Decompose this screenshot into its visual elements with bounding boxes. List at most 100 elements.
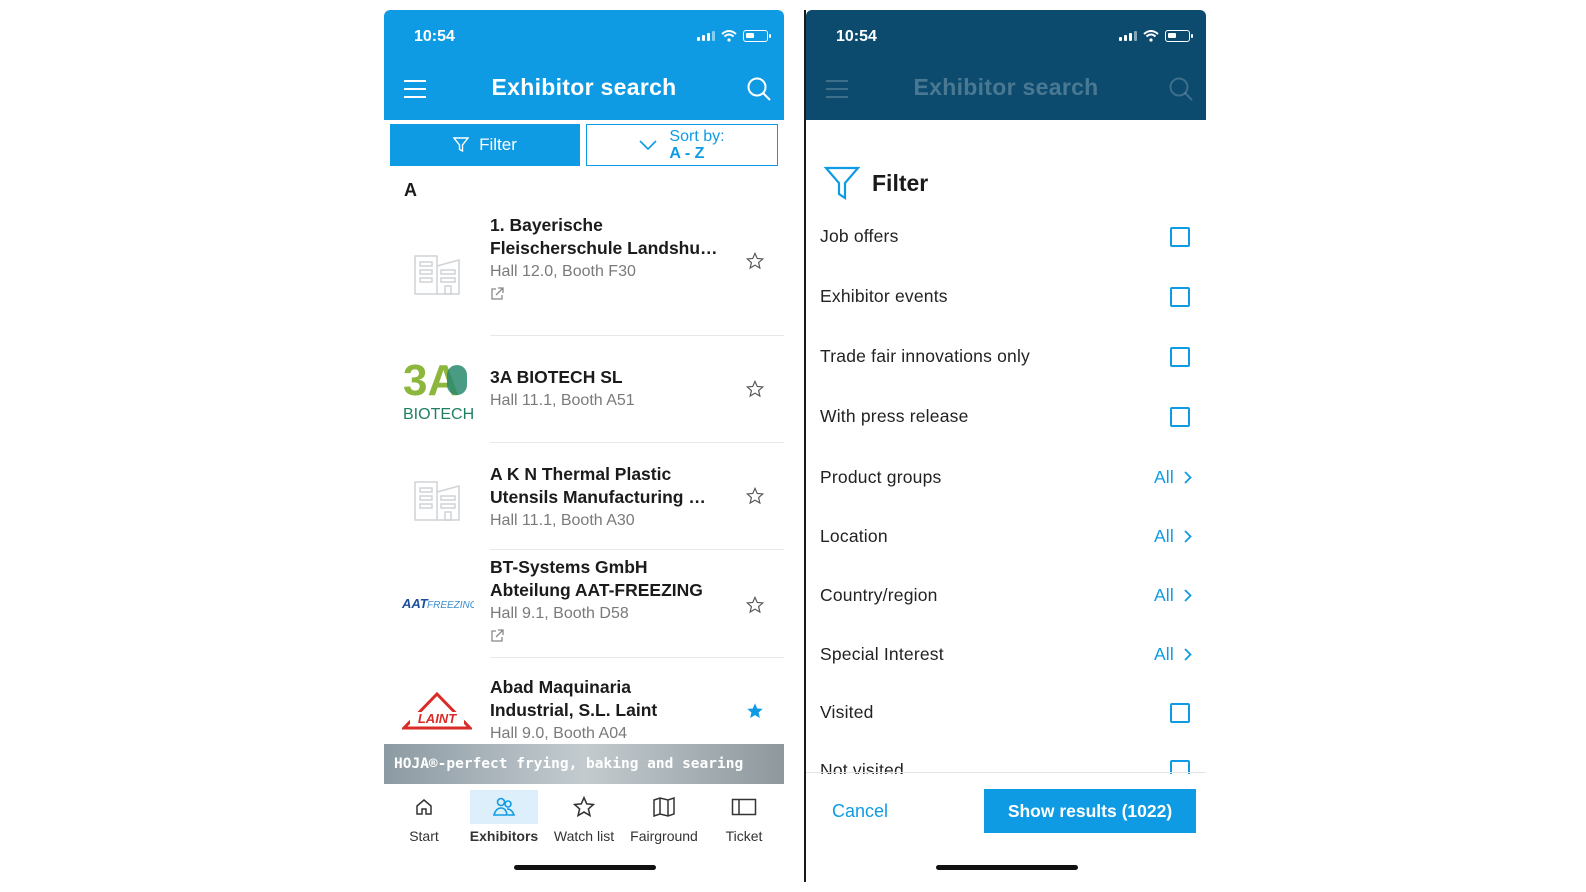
tab-label: Exhibitors <box>469 828 539 844</box>
exhibitor-booth: Hall 9.1, Booth D58 <box>490 605 629 622</box>
sort-button[interactable]: Sort by: A - Z <box>586 124 778 166</box>
list-item[interactable]: A K N Thermal Plastic Utensils Manufactu… <box>384 443 784 550</box>
option-label: Job offers <box>820 226 899 246</box>
list-item[interactable]: 1. Bayerische Fleischerschule Landshu… H… <box>384 206 784 336</box>
exhibitor-name: 1. Bayerische Fleischerschule Landshu… <box>490 215 718 258</box>
checkbox[interactable] <box>1170 226 1190 247</box>
svg-text:AAT: AAT <box>401 596 429 611</box>
filter-heading: Filter <box>806 120 1206 216</box>
exhibitors-icon <box>492 797 516 816</box>
list-item[interactable]: 3A BIOTECH 3A BIOTECH SL Hall 11.1, Boot… <box>384 336 784 443</box>
aat-freezing-logo: AAT FREEZING <box>384 550 490 658</box>
checkbox[interactable] <box>1170 702 1190 723</box>
chevron-down-icon <box>639 140 657 150</box>
checkbox[interactable] <box>1170 346 1190 367</box>
status-time: 10:54 <box>836 28 877 45</box>
star-outline-icon[interactable] <box>746 252 764 270</box>
chevron-right-icon <box>1184 530 1192 543</box>
show-results-button[interactable]: Show results (1022) <box>984 789 1196 833</box>
option-value: All <box>1153 585 1174 605</box>
filter-button-label: Filter <box>479 135 517 154</box>
app-header: 10:54 Exhibitor search <box>384 10 784 120</box>
tab-label: Fairground <box>630 828 698 844</box>
sort-value: A - Z <box>669 145 705 162</box>
option-value: All <box>1153 644 1174 664</box>
tab-label: Ticket <box>725 828 763 844</box>
signal-icon <box>1119 31 1137 41</box>
tab-label: Start <box>409 828 439 844</box>
home-icon <box>416 799 432 815</box>
exhibitor-booth: Hall 11.1, Booth A51 <box>490 392 635 409</box>
filter-title: Filter <box>872 169 929 196</box>
option-value: All <box>1153 467 1174 487</box>
chevron-right-icon <box>1184 648 1192 661</box>
option-trade-fair-innovations[interactable]: Trade fair innovations only <box>820 346 1192 367</box>
map-icon <box>653 797 675 817</box>
option-label: Special Interest <box>820 644 944 664</box>
star-outline-icon[interactable] <box>746 487 764 505</box>
page-title: Exhibitor search <box>913 74 1099 100</box>
checkbox[interactable] <box>1170 286 1190 307</box>
wifi-icon <box>721 30 737 42</box>
option-label: Trade fair innovations only <box>820 346 1030 366</box>
option-job-offers[interactable]: Job offers <box>820 226 1192 247</box>
tab-ticket[interactable]: Ticket <box>704 788 784 850</box>
chevron-right-icon <box>1184 589 1192 602</box>
option-location[interactable]: Location All <box>820 526 1192 547</box>
svg-text:LAINT: LAINT <box>418 711 457 726</box>
option-visited[interactable]: Visited <box>820 702 1192 723</box>
ticket-icon <box>731 798 757 816</box>
search-icon <box>1169 77 1193 101</box>
tab-label: Watch list <box>553 828 615 844</box>
star-icon <box>573 796 595 818</box>
filter-sort-bar: Filter Sort by: A - Z <box>384 120 784 170</box>
option-label: Location <box>820 526 888 546</box>
3a-biotech-logo: 3A BIOTECH <box>384 336 490 443</box>
tab-exhibitors[interactable]: Exhibitors <box>464 788 544 850</box>
option-product-groups[interactable]: Product groups All <box>820 467 1192 488</box>
filter-screen: 10:54 Exhibitor search Filter Job offers… <box>804 10 1206 882</box>
exhibitor-name: A K N Thermal Plastic Utensils Manufactu… <box>490 464 706 507</box>
signal-icon <box>697 31 715 41</box>
app-header-dimmed: 10:54 Exhibitor search <box>806 10 1206 120</box>
svg-text:BIOTECH: BIOTECH <box>403 406 473 423</box>
list-item[interactable]: AAT FREEZING BT-Systems GmbH Abteilung A… <box>384 550 784 658</box>
cancel-button[interactable]: Cancel <box>832 801 888 822</box>
exhibitor-booth: Hall 9.0, Booth A04 <box>490 725 627 742</box>
status-icons <box>1119 30 1193 42</box>
filter-icon <box>824 166 860 200</box>
sort-label: Sort by: <box>669 128 725 145</box>
search-icon[interactable] <box>746 76 772 102</box>
external-link-icon[interactable] <box>490 287 734 306</box>
star-outline-icon[interactable] <box>746 380 764 398</box>
exhibitor-name: Abad Maquinaria Industrial, S.L. Laint <box>490 677 658 720</box>
option-label: Exhibitor events <box>820 286 948 306</box>
home-indicator <box>936 865 1078 870</box>
option-country-region[interactable]: Country/region All <box>820 585 1192 606</box>
filter-icon <box>453 137 470 153</box>
option-exhibitor-events[interactable]: Exhibitor events <box>820 286 1192 307</box>
exhibitor-name: 3A BIOTECH SL <box>490 367 623 387</box>
wifi-icon <box>1143 30 1159 42</box>
exhibitor-name: BT-Systems GmbH Abteilung AAT-FREEZING <box>490 557 703 600</box>
exhibitor-list-screen: 10:54 Exhibitor search Filter Sort by: A… <box>384 10 784 882</box>
star-filled-icon[interactable] <box>746 702 764 720</box>
option-press-release[interactable]: With press release <box>820 406 1192 427</box>
star-outline-icon[interactable] <box>746 596 764 614</box>
tab-fairground[interactable]: Fairground <box>624 788 704 850</box>
option-label: With press release <box>820 406 969 426</box>
building-placeholder-icon <box>384 443 490 550</box>
checkbox[interactable] <box>1170 406 1190 427</box>
filter-button[interactable]: Filter <box>390 124 580 166</box>
tab-start[interactable]: Start <box>384 788 464 850</box>
option-value: All <box>1153 526 1174 546</box>
tab-watch-list[interactable]: Watch list <box>544 788 624 850</box>
battery-icon <box>1165 30 1193 42</box>
external-link-icon[interactable] <box>490 629 734 648</box>
option-special-interest[interactable]: Special Interest All <box>820 644 1192 665</box>
status-time: 10:54 <box>414 28 455 45</box>
chevron-right-icon <box>1184 471 1192 484</box>
section-letter: A <box>404 180 417 200</box>
advertising-banner[interactable]: HOJA®-perfect frying, baking and searing <box>384 744 784 784</box>
exhibitor-booth: Hall 11.1, Booth A30 <box>490 512 635 529</box>
